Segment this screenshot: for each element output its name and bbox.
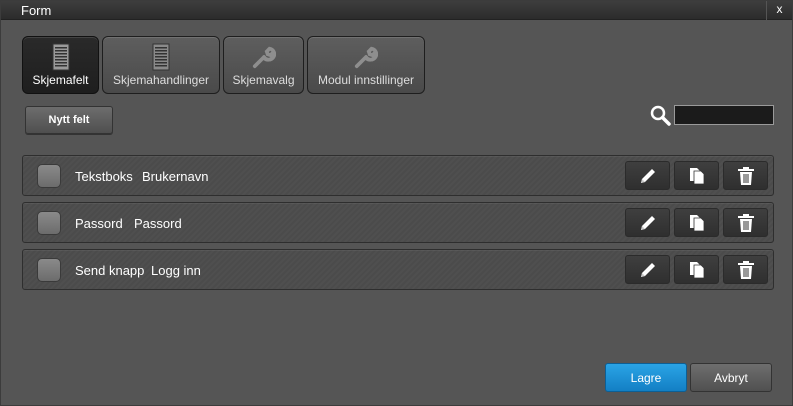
- field-row: Send knapp Logg inn: [22, 249, 774, 290]
- save-button[interactable]: Lagre: [605, 363, 687, 392]
- field-row: Tekstboks Brukernavn: [22, 155, 774, 196]
- tab-skjemahandlinger[interactable]: Skjemahandlinger: [102, 36, 220, 94]
- field-type: Tekstboks: [75, 169, 133, 184]
- row-checkbox[interactable]: [37, 211, 61, 235]
- row-checkbox[interactable]: [37, 258, 61, 282]
- tab-bar: Skjemafelt Skjemahandlinger Skjemavalg M…: [22, 36, 425, 94]
- field-name: Passord: [134, 216, 182, 231]
- list-icon: [49, 42, 73, 72]
- row-checkbox[interactable]: [37, 164, 61, 188]
- search-icon[interactable]: [650, 105, 672, 127]
- trash-icon: [737, 213, 754, 232]
- list-icon: [149, 42, 173, 72]
- search-input[interactable]: [674, 105, 774, 125]
- field-type: Send knapp: [75, 263, 145, 278]
- tab-label: Modul innstillinger: [317, 73, 415, 87]
- title-bar: Form x: [1, 1, 792, 20]
- pencil-icon: [640, 168, 655, 183]
- tab-skjemafelt[interactable]: Skjemafelt: [22, 36, 99, 94]
- tab-label: Skjemahandlinger: [112, 73, 210, 87]
- trash-icon: [737, 260, 754, 279]
- field-name: Logg inn: [151, 263, 201, 278]
- edit-button[interactable]: [625, 255, 670, 284]
- field-list: Tekstboks Brukernavn Passord Passord Sen…: [22, 155, 774, 296]
- row-actions: [625, 255, 768, 284]
- row-actions: [625, 208, 768, 237]
- form-window: Form x Skjemafelt Skjemahandlinger Skjem…: [0, 0, 793, 406]
- copy-button[interactable]: [674, 161, 719, 190]
- field-row: Passord Passord: [22, 202, 774, 243]
- copy-button[interactable]: [674, 208, 719, 237]
- delete-button[interactable]: [723, 208, 768, 237]
- pencil-icon: [640, 215, 655, 230]
- copy-button[interactable]: [674, 255, 719, 284]
- copy-icon: [689, 214, 704, 231]
- delete-button[interactable]: [723, 161, 768, 190]
- row-actions: [625, 161, 768, 190]
- pencil-icon: [640, 262, 655, 277]
- field-type: Passord: [75, 216, 123, 231]
- delete-button[interactable]: [723, 255, 768, 284]
- close-button[interactable]: x: [766, 1, 792, 20]
- new-field-button[interactable]: Nytt felt: [25, 106, 113, 134]
- tab-skjemavalg[interactable]: Skjemavalg: [223, 36, 304, 94]
- edit-button[interactable]: [625, 208, 670, 237]
- wrench-icon: [252, 42, 276, 72]
- edit-button[interactable]: [625, 161, 670, 190]
- copy-icon: [689, 167, 704, 184]
- tab-label: Skjemafelt: [32, 73, 89, 87]
- cancel-button[interactable]: Avbryt: [690, 363, 772, 392]
- copy-icon: [689, 261, 704, 278]
- field-name: Brukernavn: [142, 169, 209, 184]
- trash-icon: [737, 166, 754, 185]
- tab-modul-innstillinger[interactable]: Modul innstillinger: [307, 36, 425, 94]
- window-title: Form: [21, 3, 52, 18]
- wrench-icon: [354, 42, 378, 72]
- tab-label: Skjemavalg: [232, 73, 295, 87]
